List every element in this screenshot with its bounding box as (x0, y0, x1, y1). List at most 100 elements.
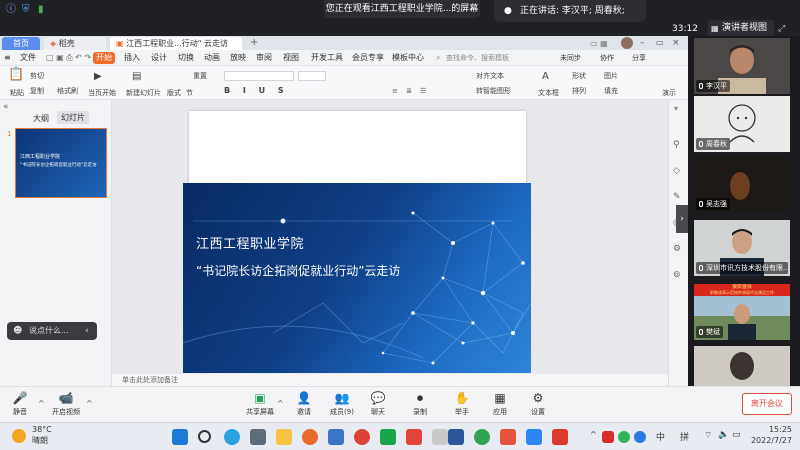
tool-icon[interactable]: ⚙ (673, 244, 681, 254)
slide-banner[interactable]: 江西工程职业学院 “书记院长访企拓岗促就业行动”云走访 (183, 183, 531, 373)
hamburger-icon[interactable]: ≡ (4, 50, 11, 66)
windows-start-icon[interactable] (172, 429, 188, 445)
apps-button[interactable]: ▦ 应用 (480, 391, 520, 417)
pin-icon[interactable]: ⚲ (673, 140, 680, 150)
fill-button[interactable]: 填充 (604, 86, 618, 96)
close-icon[interactable]: × (672, 36, 680, 50)
firefox-icon[interactable] (302, 429, 318, 445)
shape-button[interactable]: 形状 (572, 71, 586, 81)
clock-time[interactable]: 15:25 (758, 425, 792, 435)
font-name-field[interactable] (224, 71, 294, 81)
format-brush-button[interactable]: 格式刷 (57, 86, 78, 96)
weather-desc[interactable]: 晴朗 (32, 436, 48, 446)
chat-button[interactable]: 💬 聊天 (358, 391, 398, 417)
textbox-button[interactable]: 文本框 (538, 88, 559, 98)
sun-icon[interactable] (12, 429, 26, 443)
from-current-button[interactable]: 当页开始 (88, 88, 116, 98)
leave-meeting-button[interactable]: 离开会议 (742, 393, 792, 415)
menu-review[interactable]: 审阅 (256, 50, 272, 66)
participant-tile[interactable]: 狼泉盛会 职教改革示范校传承现代化建设工作 樊斌 (694, 284, 790, 340)
share-button[interactable]: 分享 (632, 50, 646, 66)
file-explorer-icon[interactable] (276, 429, 292, 445)
location-icon[interactable]: ⊚ (673, 270, 681, 280)
menu-file[interactable]: 文件 (20, 50, 36, 66)
collab-button[interactable]: 协作 (600, 50, 614, 66)
taskview-icon[interactable] (250, 429, 266, 445)
menu-animation[interactable]: 动画 (204, 50, 220, 66)
share-screen-button[interactable]: ▣ 共享屏幕 (240, 391, 280, 417)
info-icon[interactable]: ⓘ (6, 4, 16, 16)
participant-tile[interactable]: 李汉平 (694, 38, 790, 94)
copy-button[interactable]: 复制 (30, 86, 44, 96)
wps-office-icon[interactable] (552, 429, 568, 445)
expand-icon[interactable]: ⤢ (778, 23, 785, 35)
clock-date[interactable]: 2022/7/27 (746, 436, 792, 446)
paste-button[interactable]: 粘贴 (10, 88, 24, 98)
menu-template[interactable]: 模板中心 (392, 50, 424, 66)
chat-collapse-icon[interactable]: ‹ (85, 322, 89, 340)
participant-tile[interactable] (694, 346, 790, 386)
share-options-chevron-icon[interactable]: ^ (277, 399, 284, 408)
tab-home[interactable]: 首页 (2, 37, 40, 50)
notes-field[interactable]: 单击此处添加备注 (112, 374, 668, 386)
minimize-icon[interactable]: – (640, 36, 645, 50)
weather-temp[interactable]: 38°C (32, 425, 52, 435)
participant-tile[interactable]: 周春秋 (694, 96, 790, 152)
menu-insert[interactable]: 插入 (124, 50, 140, 66)
menu-slideshow[interactable]: 放映 (230, 50, 246, 66)
video-options-chevron-icon[interactable]: ^ (86, 399, 93, 408)
view-mode-button[interactable]: ▦ 演讲者视图 (708, 20, 774, 37)
mute-options-chevron-icon[interactable]: ^ (38, 399, 45, 408)
new-slide-button[interactable]: 新建幻灯片 (126, 88, 161, 98)
tab-close-icon[interactable]: × (222, 36, 229, 50)
quick-access-icons[interactable]: ▢ ▣ ⎙ ↶ ↷ (46, 50, 91, 66)
arrange-button[interactable]: 排列 (572, 86, 586, 96)
app-icon[interactable] (474, 429, 490, 445)
collapse-participants-button[interactable]: › (676, 205, 688, 233)
ime-mode[interactable]: 拼 (680, 430, 689, 443)
cut-button[interactable]: 剪切 (30, 71, 44, 81)
new-tab-button[interactable]: + (250, 36, 258, 50)
menu-member[interactable]: 会员专享 (352, 50, 384, 66)
section-button[interactable]: 节 (186, 88, 193, 98)
collapse-panel-icon[interactable]: « (3, 102, 9, 112)
app-icon[interactable] (432, 429, 448, 445)
settings-button[interactable]: ⚙ 设置 (518, 391, 558, 417)
image-button[interactable]: 图片 (604, 71, 618, 81)
chrome-icon[interactable] (354, 429, 370, 445)
video-button[interactable]: 📹 开启视频 (46, 391, 86, 417)
tray-app-icon[interactable] (602, 431, 614, 443)
shape-icon[interactable]: ◇ (673, 166, 680, 176)
font-style-buttons[interactable]: B I U S (224, 86, 289, 96)
search-icon[interactable] (198, 430, 211, 443)
wps-icon[interactable] (500, 429, 516, 445)
textbox-icon[interactable]: A (542, 72, 549, 82)
align-text-button[interactable]: 对齐文本 (476, 71, 504, 81)
tray-app-icon[interactable] (618, 431, 630, 443)
paste-icon[interactable]: 📋 (8, 68, 24, 81)
h-app-icon[interactable] (380, 429, 396, 445)
tray-app-icon[interactable] (634, 431, 646, 443)
menu-design[interactable]: 设计 (151, 50, 167, 66)
menu-developer[interactable]: 开发工具 (311, 50, 343, 66)
to-smartart-button[interactable]: 转智能图形 (476, 86, 511, 96)
calendar-icon[interactable] (328, 429, 344, 445)
record-button[interactable]: ⏺ 录制 (400, 391, 440, 417)
signal-icon[interactable]: ▮ (38, 4, 44, 16)
volume-icon[interactable]: 🔈 (718, 430, 729, 440)
tray-chevron-icon[interactable]: ^ (590, 430, 597, 439)
tab-docer[interactable]: ◈ 稻壳 (44, 37, 106, 50)
menu-start[interactable]: 开始 (93, 52, 115, 64)
reset-button[interactable]: 重置 (193, 71, 207, 81)
chat-input[interactable]: ☻ 说点什么... ‹ (7, 322, 97, 340)
unsync-button[interactable]: 未同步 (560, 50, 581, 66)
tab-slides[interactable]: 幻灯片 (57, 111, 89, 124)
mute-button[interactable]: 🎤 静音 (0, 391, 40, 417)
participant-tile[interactable]: 深圳市讯方技术股份有限... (694, 220, 790, 276)
app-icon[interactable] (406, 429, 422, 445)
search-input[interactable]: 查找命令、搜索模板 (446, 50, 509, 66)
pen-icon[interactable]: ✎ (673, 192, 681, 202)
edge-browser-icon[interactable] (224, 429, 240, 445)
sharing-notice[interactable]: 您正在观看江西工程职业学院...的屏幕 (324, 0, 480, 18)
paragraph-icons[interactable]: ≡ ≣ ☰ (392, 86, 429, 96)
